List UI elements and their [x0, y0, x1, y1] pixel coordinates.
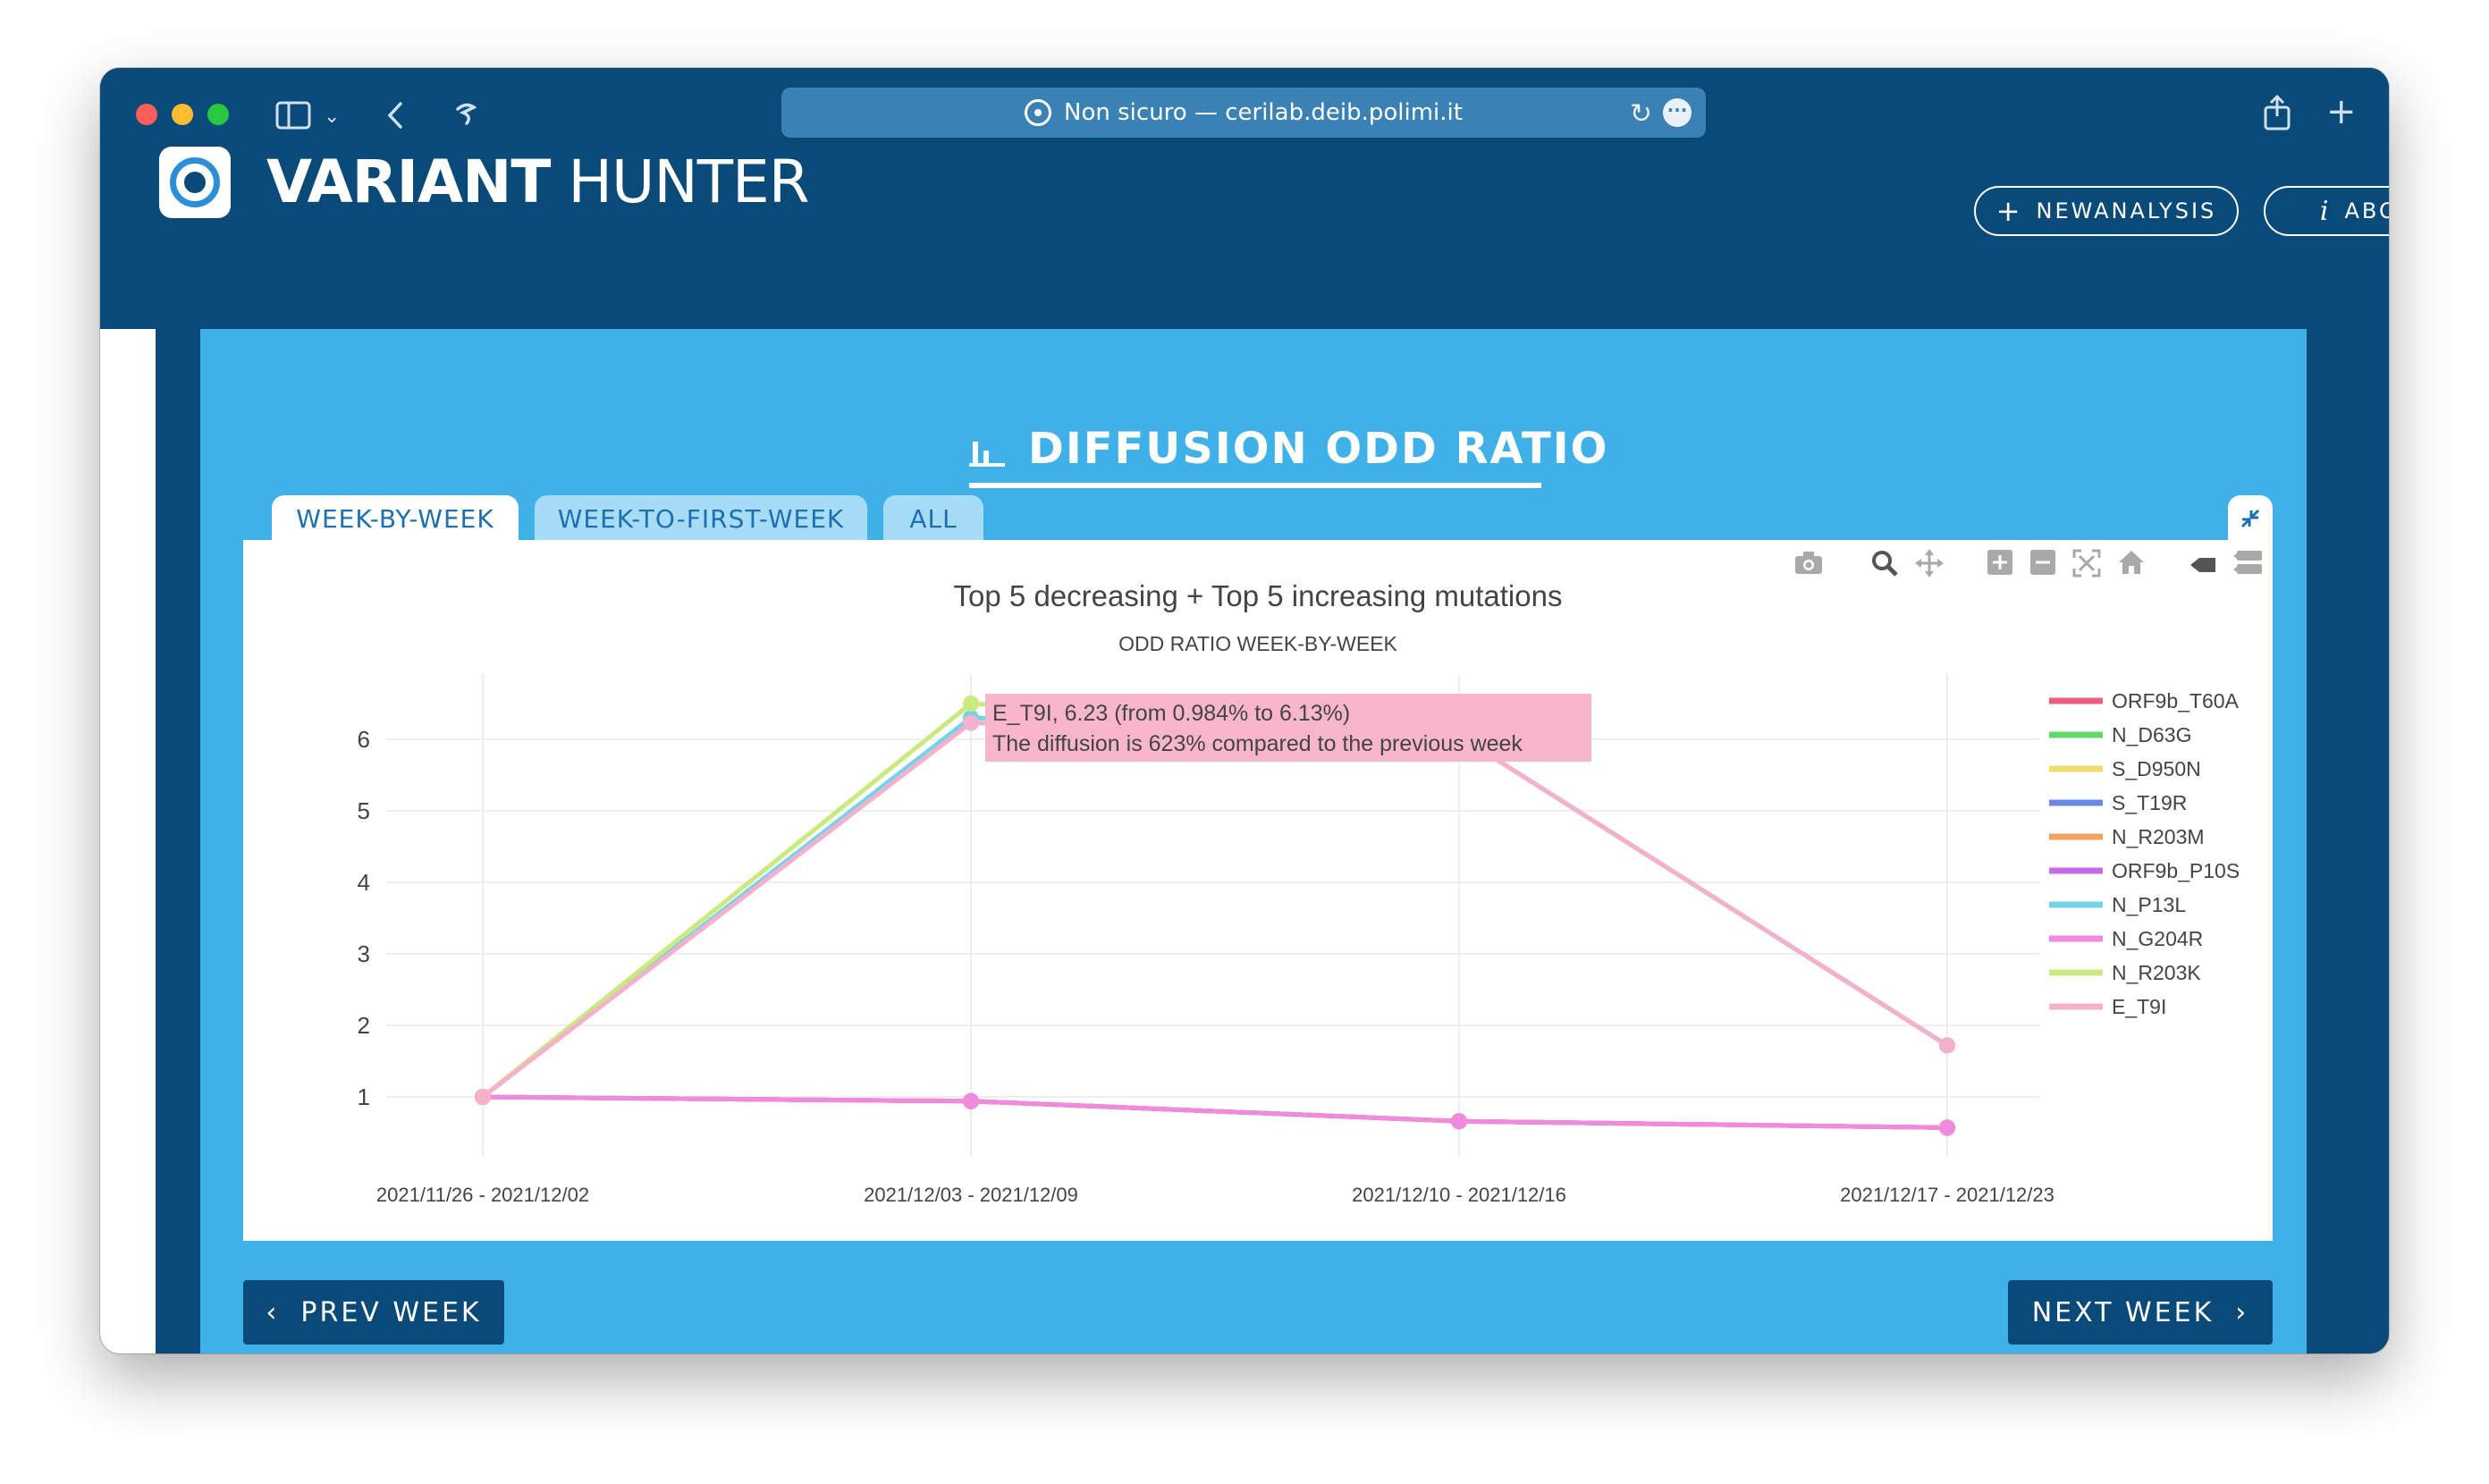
y-tick-label: 1 — [358, 1083, 370, 1110]
series-point — [1451, 1113, 1467, 1130]
legend-item[interactable]: N_G204R — [2049, 927, 2203, 950]
legend-item[interactable]: E_T9I — [2049, 995, 2166, 1018]
chart-subtitle: ODD RATIO WEEK-BY-WEEK — [1118, 632, 1397, 655]
maximize-window-button[interactable] — [207, 104, 229, 125]
legend-item[interactable]: N_D63G — [2049, 723, 2191, 746]
tab-all[interactable]: ALL — [883, 495, 983, 542]
next-week-label: NEXT WEEK — [2031, 1296, 2215, 1328]
virus-icon — [184, 172, 206, 193]
series-point — [963, 1092, 979, 1109]
diffusion-panel: DIFFUSION ODD RATIO WEEK-BY-WEEK WEEK-TO… — [200, 329, 2307, 1353]
legend-label: ORF9b_P10S — [2112, 859, 2240, 882]
new-analysis-label: NEWANALYSIS — [2036, 198, 2217, 223]
legend-label: ORF9b_T60A — [2112, 689, 2240, 712]
series-point — [1939, 1037, 1955, 1054]
extension-icon[interactable] — [452, 100, 479, 132]
sidebar-icon[interactable] — [275, 100, 311, 136]
series-E_T9I — [475, 714, 1955, 1105]
x-tick-label: 2021/11/26 - 2021/12/02 — [376, 1184, 589, 1206]
series-line — [482, 1094, 1948, 1130]
section-title-underline — [969, 483, 1541, 488]
reload-icon[interactable]: ↻ — [1630, 98, 1652, 130]
minimize-window-button[interactable] — [172, 104, 193, 125]
url-text: Non sicuro — cerilab.deib.polimi.it — [1064, 99, 1463, 126]
legend-item[interactable]: S_D950N — [2049, 757, 2201, 780]
legend-item[interactable]: N_R203K — [2049, 961, 2201, 984]
prev-week-button[interactable]: ‹ PREV WEEK — [243, 1280, 504, 1345]
close-window-button[interactable] — [136, 104, 157, 125]
info-icon: i — [2319, 195, 2329, 227]
legend-label: E_T9I — [2112, 995, 2166, 1018]
chevron-left-icon: ‹ — [266, 1296, 280, 1328]
brand-bold: VARIANT — [266, 148, 551, 216]
y-tick-label: 6 — [358, 726, 370, 753]
y-tick-label: 2 — [358, 1012, 370, 1039]
tab-week-to-first-week[interactable]: WEEK-TO-FIRST-WEEK — [535, 495, 867, 542]
next-week-button[interactable]: NEXT WEEK › — [2008, 1280, 2273, 1345]
chart-tooltip: E_T9I, 6.23 (from 0.984% to 6.13%) The d… — [985, 694, 1591, 762]
x-tick-label: 2021/12/10 - 2021/12/16 — [1352, 1184, 1566, 1206]
x-tick-label: 2021/12/17 - 2021/12/23 — [1840, 1184, 2054, 1206]
legend-label: N_G204R — [2112, 927, 2203, 950]
left-gutter — [100, 329, 156, 1353]
chevron-down-icon[interactable]: ⌄ — [324, 102, 340, 132]
legend-label: N_R203K — [2112, 961, 2201, 984]
about-button[interactable]: i ABOUT — [2264, 186, 2389, 236]
legend-item[interactable]: N_P13L — [2049, 893, 2186, 916]
series-point — [1939, 1119, 1955, 1136]
series-line — [481, 701, 1949, 1099]
variant-hunter-logo[interactable] — [159, 147, 231, 218]
series-N_G204R — [475, 1089, 1955, 1136]
legend-item[interactable]: S_T19R — [2049, 791, 2187, 814]
brand-light: HUNTER — [568, 148, 809, 216]
chart-card: Top 5 decreasing + Top 5 increasing muta… — [243, 540, 2273, 1241]
legend-item[interactable]: ORF9b_P10S — [2049, 859, 2240, 882]
ellipsis-icon[interactable]: ··· — [1663, 98, 1692, 127]
chart-title: Top 5 decreasing + Top 5 increasing muta… — [954, 579, 1563, 612]
odd-ratio-chart[interactable]: Top 5 decreasing + Top 5 increasing muta… — [243, 540, 2273, 1241]
chart-tooltip-line2: The diffusion is 623% compared to the pr… — [992, 731, 1523, 756]
about-label: ABOUT — [2344, 198, 2389, 223]
series-line — [481, 721, 1949, 1099]
tab-week-by-week[interactable]: WEEK-BY-WEEK — [272, 495, 519, 542]
legend-label: N_R203M — [2112, 825, 2205, 848]
series-point — [963, 696, 979, 712]
y-tick-label: 5 — [358, 797, 370, 824]
chevron-right-icon: › — [2235, 1296, 2249, 1328]
section-title: DIFFUSION ODD RATIO — [969, 413, 1608, 485]
globe-icon — [1025, 99, 1052, 126]
y-tick-label: 3 — [358, 940, 370, 967]
chart-tooltip-line1: E_T9I, 6.23 (from 0.984% to 6.13%) — [992, 701, 1350, 726]
legend-label: S_D950N — [2112, 757, 2201, 780]
main-content: DIFFUSION ODD RATIO WEEK-BY-WEEK WEEK-TO… — [100, 329, 2389, 1353]
legend-item[interactable]: N_R203M — [2049, 825, 2205, 848]
series-point — [963, 714, 979, 731]
collapse-icon[interactable] — [2228, 495, 2273, 542]
new-analysis-button[interactable]: + NEWANALYSIS — [1974, 186, 2239, 236]
section-title-text: DIFFUSION ODD RATIO — [1028, 424, 1609, 474]
legend-item[interactable]: ORF9b_T60A — [2049, 689, 2240, 712]
plus-icon: + — [1995, 194, 2021, 228]
x-tick-label: 2021/12/03 - 2021/12/09 — [864, 1184, 1078, 1206]
prev-week-label: PREV WEEK — [300, 1296, 482, 1328]
new-tab-icon[interactable]: + — [2326, 94, 2357, 130]
share-icon[interactable] — [2262, 94, 2292, 136]
app-brand[interactable]: VARIANT HUNTER — [266, 147, 810, 218]
bar-chart-icon — [969, 431, 1005, 467]
browser-window: ⌄ Non sicuro — cerilab.deib.polimi.it ↻ … — [100, 68, 2389, 1353]
legend-label: N_D63G — [2112, 723, 2191, 746]
legend-label: N_P13L — [2112, 893, 2186, 916]
series-point — [475, 1089, 491, 1105]
address-bar[interactable]: Non sicuro — cerilab.deib.polimi.it ↻ ··… — [781, 88, 1706, 138]
back-icon[interactable] — [384, 100, 406, 136]
y-tick-label: 4 — [358, 869, 370, 896]
legend-label: S_T19R — [2112, 791, 2187, 814]
